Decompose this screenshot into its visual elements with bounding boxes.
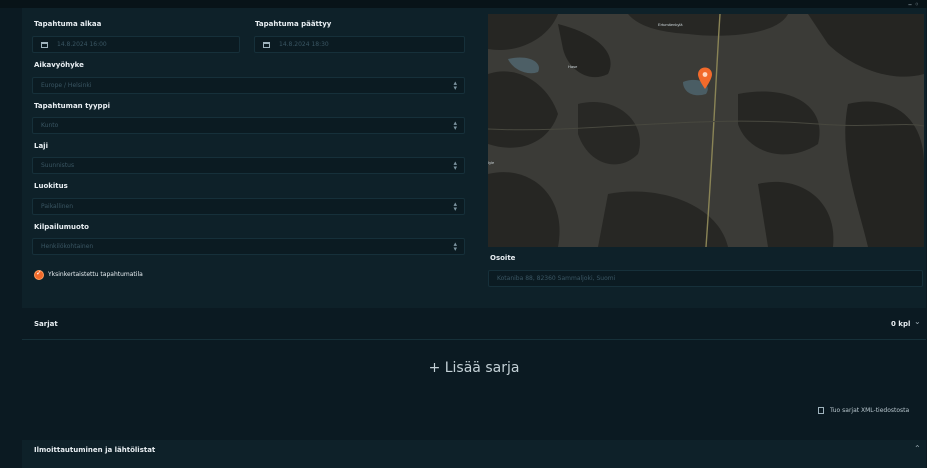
sport-value: Suunnistus: [41, 162, 75, 169]
end-label: Tapahtuma päättyy: [255, 20, 332, 28]
import-series-xml-button[interactable]: Tuo sarjat XML-tiedostosta: [818, 407, 909, 414]
simplified-mode-checkbox[interactable]: [34, 269, 44, 280]
select-arrows-icon: ▴ ▾: [453, 79, 457, 92]
timezone-value: Europe / Helsinki: [41, 82, 92, 89]
import-series-label: Tuo sarjat XML-tiedostosta: [830, 407, 910, 414]
calendar-icon: [263, 41, 270, 48]
series-collapse-chevron-icon[interactable]: ⌄: [914, 317, 921, 326]
classification-select[interactable]: Paikallinen ▴ ▾: [32, 198, 465, 215]
file-icon: [818, 407, 824, 414]
section-divider: [22, 339, 926, 340]
competition-format-value: Henkilökohtainen: [41, 243, 94, 250]
series-count: 0 kpl: [891, 320, 911, 328]
map-place-1: Ertumäenkylä: [658, 22, 683, 27]
competition-format-select[interactable]: Henkilökohtainen ▴ ▾: [32, 238, 465, 255]
select-arrows-icon: ▴ ▾: [453, 119, 457, 132]
sport-label: Laji: [34, 142, 48, 150]
series-label: Sarjat: [34, 320, 58, 328]
event-type-label: Tapahtuman tyyppi: [34, 102, 110, 110]
classification-label: Luokitus: [34, 182, 68, 190]
add-series-button[interactable]: + Lisää sarja: [22, 345, 926, 391]
map-terrain: Ertumäenkylä Hase Iyle: [488, 14, 924, 247]
address-label: Osoite: [490, 254, 516, 262]
address-value: Kotaniba 88, 82360 Sammaljoki, Suomi: [497, 275, 616, 282]
address-input[interactable]: Kotaniba 88, 82360 Sammaljoki, Suomi: [488, 270, 923, 287]
timezone-label: Aikavyöhyke: [34, 61, 84, 69]
map-place-2: Hase: [568, 64, 578, 69]
start-datetime-value: 14.8.2024 16:00: [57, 41, 107, 48]
simplified-mode-label: Yksinkertaistettu tapahtumatila: [48, 271, 143, 278]
map-place-3: Iyle: [488, 160, 495, 165]
start-datetime-input[interactable]: 14.8.2024 16:00: [32, 36, 240, 53]
select-arrows-icon: ▴ ▾: [453, 200, 457, 213]
competition-format-label: Kilpailumuoto: [34, 223, 89, 231]
select-arrows-icon: ▴ ▾: [453, 240, 457, 253]
timezone-select[interactable]: Europe / Helsinki ▴ ▾: [32, 77, 465, 94]
calendar-icon: [41, 41, 48, 48]
registration-expand-chevron-icon[interactable]: ⌃: [914, 444, 921, 453]
minimize-icon[interactable]: – ◦: [908, 1, 919, 9]
start-label: Tapahtuma alkaa: [34, 20, 102, 28]
end-datetime-value: 14.8.2024 18:30: [279, 41, 329, 48]
sport-select[interactable]: Suunnistus ▴ ▾: [32, 157, 465, 174]
add-series-label: + Lisää sarja: [428, 360, 520, 376]
map-view[interactable]: Ertumäenkylä Hase Iyle: [488, 14, 924, 247]
select-arrows-icon: ▴ ▾: [453, 159, 457, 172]
classification-value: Paikallinen: [41, 203, 74, 210]
registration-section[interactable]: [22, 440, 926, 468]
event-type-value: Kunto: [41, 122, 59, 129]
location-pin-icon[interactable]: [697, 67, 713, 89]
end-datetime-input[interactable]: 14.8.2024 18:30: [254, 36, 465, 53]
event-type-select[interactable]: Kunto ▴ ▾: [32, 117, 465, 134]
registration-label: Ilmoittautuminen ja lähtölistat: [34, 446, 156, 454]
top-strip: [0, 0, 927, 8]
